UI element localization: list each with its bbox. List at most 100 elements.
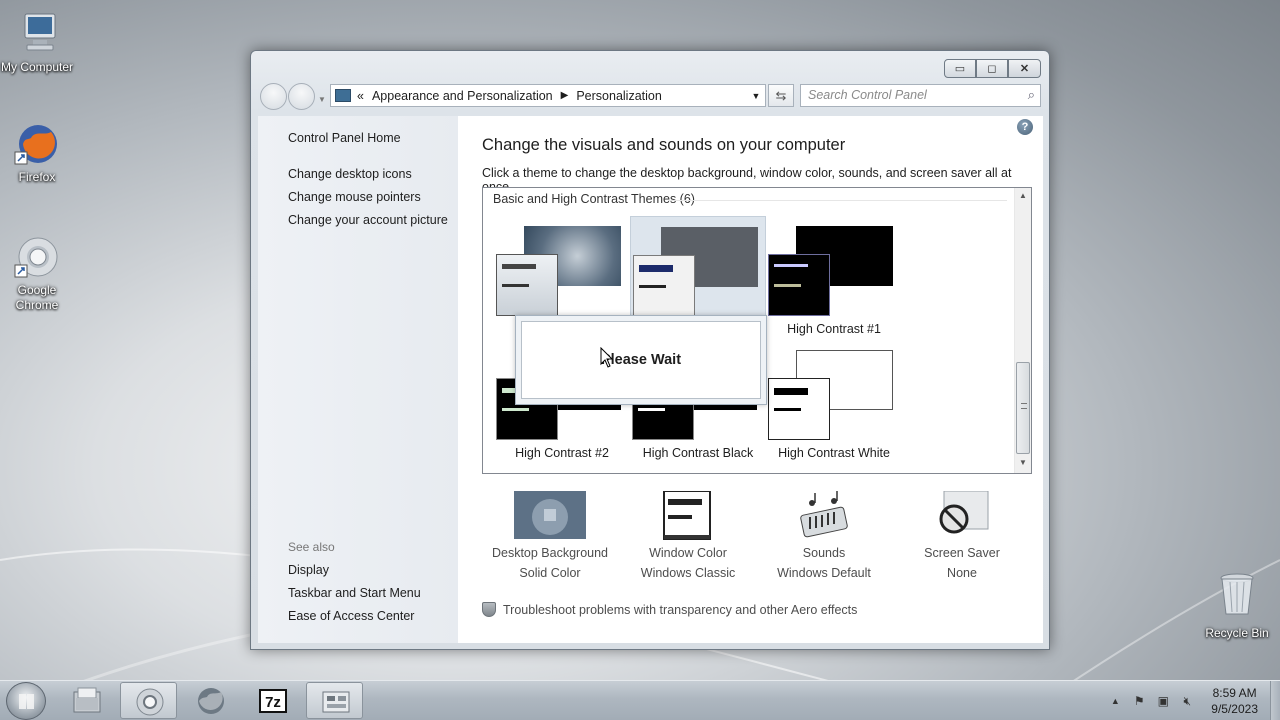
theme-high-contrast-white[interactable]: High Contrast White <box>766 340 902 460</box>
theme-windows-classic[interactable] <box>630 216 766 317</box>
main-pane: ? Change the visuals and sounds on your … <box>458 116 1043 643</box>
theme-preview-window <box>633 255 695 317</box>
change-mouse-pointers-link[interactable]: Change mouse pointers <box>288 190 421 204</box>
volume-muted-icon[interactable]: 🔇︎ <box>1179 693 1195 709</box>
desktop-icon-recycle-bin[interactable]: Recycle Bin <box>1200 570 1274 640</box>
desktop-background-title: Desktop Background <box>491 546 609 560</box>
theme-preview-window <box>496 254 558 316</box>
close-button[interactable]: ✕ <box>1008 59 1041 78</box>
desktop-background-setting[interactable]: Desktop Background Solid Color <box>482 491 618 583</box>
taskbar-start-menu-link[interactable]: Taskbar and Start Menu <box>288 586 421 600</box>
troubleshoot-text: Troubleshoot problems with transparency … <box>503 602 858 617</box>
taskbar-chrome[interactable] <box>120 682 177 719</box>
svg-text:7z: 7z <box>265 694 281 711</box>
breadcrumb-separator-icon[interactable]: ▶ <box>561 90 569 101</box>
refresh-button[interactable]: ⇆ <box>768 84 794 107</box>
theme-label: High Contrast Black <box>642 446 754 460</box>
theme-label: High Contrast #2 <box>515 446 609 460</box>
sounds-value: Windows Default <box>777 566 871 580</box>
troubleshoot-link[interactable]: Troubleshoot problems with transparency … <box>482 602 857 617</box>
theme-group-title: Basic and High Contrast Themes (6) <box>493 192 695 206</box>
back-button[interactable] <box>260 83 287 110</box>
breadcrumb-appearance[interactable]: Appearance and Personalization <box>372 89 553 103</box>
show-hidden-icons-icon[interactable]: ▲ <box>1107 693 1123 709</box>
theme-list-scrollbar[interactable]: ▲ ▼ <box>1014 188 1031 473</box>
theme-windows-7-basic[interactable] <box>494 216 630 316</box>
action-center-flag-icon[interactable]: ⚑ <box>1131 693 1147 709</box>
desktop-icon-label: Firefox <box>18 170 56 184</box>
search-icon[interactable]: ⌕ <box>1028 87 1035 103</box>
desktop-icon-label: My Computer <box>0 60 74 74</box>
computer-icon <box>13 10 61 58</box>
display-link[interactable]: Display <box>288 563 329 577</box>
theme-label: High Contrast #1 <box>787 322 881 336</box>
shield-icon <box>482 602 496 617</box>
sounds-setting[interactable]: Sounds Windows Default <box>756 491 892 583</box>
desktop-icon-firefox[interactable]: Firefox <box>0 120 74 185</box>
chrome-icon <box>13 233 61 281</box>
address-dropdown-icon[interactable]: ▼ <box>747 91 765 101</box>
address-root-chevron[interactable]: « <box>357 89 364 103</box>
search-placeholder: Search Control Panel <box>808 88 927 102</box>
theme-preview-window <box>768 254 830 316</box>
breadcrumb-personalization[interactable]: Personalization <box>576 89 661 103</box>
taskbar-firefox[interactable] <box>182 682 239 719</box>
clock-time: 8:59 AM <box>1212 686 1257 700</box>
screen-saver-title: Screen Saver <box>924 546 1000 560</box>
theme-list: Basic and High Contrast Themes (6) High <box>482 187 1032 474</box>
change-account-picture-link[interactable]: Change your account picture <box>288 213 448 227</box>
please-wait-text: Please Wait <box>521 321 761 399</box>
theme-label: High Contrast White <box>778 446 890 460</box>
theme-preview-window <box>768 378 830 440</box>
control-panel-home-link[interactable]: Control Panel Home <box>288 131 401 145</box>
window-color-title: Window Color <box>649 546 727 560</box>
screen-saver-icon <box>926 490 998 541</box>
caption-buttons: ▭ ◻ ✕ <box>944 59 1041 78</box>
address-bar[interactable]: « Appearance and Personalization ▶ Perso… <box>330 84 766 107</box>
recent-pages-dropdown[interactable]: ▼ <box>318 95 326 104</box>
recycle-bin-icon <box>1213 570 1261 618</box>
close-icon: ✕ <box>1019 63 1030 75</box>
desktop-background-icon <box>514 491 586 541</box>
minimize-icon: ▭ <box>954 63 966 75</box>
forward-button[interactable] <box>288 83 315 110</box>
taskbar-control-panel[interactable] <box>306 682 363 719</box>
ease-of-access-link[interactable]: Ease of Access Center <box>288 609 414 623</box>
desktop-icon-my-computer[interactable]: My Computer <box>0 10 74 75</box>
clock-date: 9/5/2023 <box>1211 702 1258 716</box>
desktop-background-value: Solid Color <box>519 566 581 580</box>
system-clock[interactable]: 8:59 AM 9/5/2023 <box>1211 685 1258 717</box>
theme-high-contrast-1[interactable]: High Contrast #1 <box>766 216 902 336</box>
please-wait-dialog: Please Wait <box>515 315 767 405</box>
change-desktop-icons-link[interactable]: Change desktop icons <box>288 167 412 181</box>
firefox-icon <box>13 120 61 168</box>
windows-logo-icon <box>19 694 34 709</box>
control-panel-icon <box>335 89 351 102</box>
screen-saver-setting[interactable]: Screen Saver None <box>894 490 1030 583</box>
chrome-icon <box>136 688 164 716</box>
window-color-value: Windows Classic <box>640 566 736 580</box>
help-icon[interactable]: ? <box>1017 119 1033 135</box>
maximize-button[interactable]: ◻ <box>976 59 1008 78</box>
left-pane: Control Panel Home Change desktop icons … <box>258 116 458 643</box>
window-color-icon <box>652 490 724 541</box>
scroll-down-icon[interactable]: ▼ <box>1015 458 1031 467</box>
scrollbar-thumb[interactable] <box>1016 362 1030 454</box>
desktop-icon-label: Recycle Bin <box>1205 626 1269 640</box>
network-icon[interactable]: ▣ <box>1155 693 1171 709</box>
scroll-up-icon[interactable]: ▲ <box>1015 191 1031 200</box>
start-button[interactable] <box>6 682 46 720</box>
screen-saver-value: None <box>947 566 977 580</box>
taskbar-7zip[interactable]: 7z <box>244 682 301 719</box>
taskbar-file-explorer[interactable] <box>58 682 115 719</box>
show-desktop-button[interactable] <box>1270 681 1280 720</box>
maximize-icon: ◻ <box>987 63 997 75</box>
search-input[interactable]: Search Control Panel ⌕ <box>800 84 1041 107</box>
file-explorer-icon <box>73 687 101 713</box>
window-client-area: Control Panel Home Change desktop icons … <box>258 116 1043 643</box>
minimize-button[interactable]: ▭ <box>944 59 976 78</box>
desktop-icon-google-chrome[interactable]: Google Chrome <box>0 233 74 313</box>
notification-area: ▲ ⚑ ▣ 🔇︎ 8:59 AM 9/5/2023 <box>1103 681 1266 720</box>
7zip-icon: 7z <box>259 689 287 713</box>
window-color-setting[interactable]: Window Color Windows Classic <box>620 490 756 583</box>
